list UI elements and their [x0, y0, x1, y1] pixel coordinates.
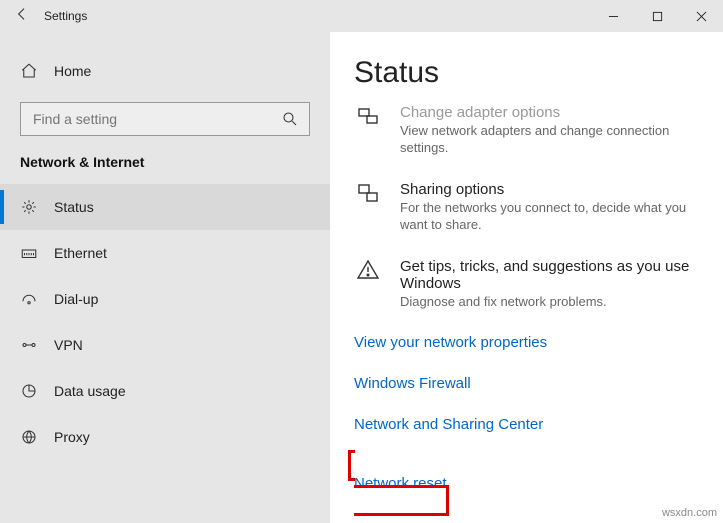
sidebar: Home Network & Internet Status	[0, 32, 330, 523]
minimize-button[interactable]	[591, 0, 635, 32]
status-icon	[20, 198, 38, 216]
proxy-icon	[20, 428, 38, 446]
block-title: Change adapter options	[400, 104, 695, 121]
block-desc: Diagnose and fix network problems.	[400, 294, 695, 311]
datausage-icon	[20, 382, 38, 400]
adapter-icon	[354, 104, 382, 157]
search-icon	[281, 110, 299, 128]
link-network-properties[interactable]: View your network properties	[354, 334, 547, 351]
watermark: wsxdn.com	[662, 507, 717, 519]
nav-label: Dial-up	[54, 291, 98, 307]
category-header: Network & Internet	[0, 154, 330, 184]
nav-item-status[interactable]: Status	[0, 184, 330, 230]
nav-item-proxy[interactable]: Proxy	[0, 414, 330, 460]
nav-label: Proxy	[54, 429, 90, 445]
nav-label: Data usage	[54, 383, 126, 399]
nav-item-datausage[interactable]: Data usage	[0, 368, 330, 414]
home-nav[interactable]: Home	[0, 54, 330, 88]
block-desc: View network adapters and change connect…	[400, 123, 695, 157]
page-heading: Status	[354, 56, 695, 90]
nav-label: VPN	[54, 337, 83, 353]
block-sharing[interactable]: Sharing options For the networks you con…	[354, 171, 695, 248]
nav-label: Ethernet	[54, 245, 107, 261]
vpn-icon	[20, 336, 38, 354]
search-input[interactable]	[31, 110, 261, 128]
links-section: View your network properties Windows Fir…	[354, 334, 695, 510]
link-network-sharing-center[interactable]: Network and Sharing Center	[354, 416, 543, 433]
link-network-reset[interactable]: Network reset	[354, 475, 447, 492]
block-title: Get tips, tricks, and suggestions as you…	[400, 258, 695, 292]
main-panel: Status Change adapter options View netwo…	[330, 32, 723, 523]
title-bar: Settings	[0, 0, 723, 32]
highlight-box: Network reset	[348, 450, 695, 516]
home-icon	[20, 62, 38, 80]
maximize-button[interactable]	[635, 0, 679, 32]
block-tips[interactable]: Get tips, tricks, and suggestions as you…	[354, 248, 695, 325]
window-title: Settings	[44, 9, 87, 23]
link-windows-firewall[interactable]: Windows Firewall	[354, 375, 471, 392]
nav-item-vpn[interactable]: VPN	[0, 322, 330, 368]
ethernet-icon	[20, 244, 38, 262]
dialup-icon	[20, 290, 38, 308]
sharing-icon	[354, 181, 382, 234]
nav-item-ethernet[interactable]: Ethernet	[0, 230, 330, 276]
search-box[interactable]	[20, 102, 310, 136]
block-desc: For the networks you connect to, decide …	[400, 200, 695, 234]
close-button[interactable]	[679, 0, 723, 32]
nav-list: Status Ethernet Dial-up	[0, 184, 330, 460]
back-button[interactable]	[0, 6, 44, 27]
nav-label: Status	[54, 199, 94, 215]
block-title: Sharing options	[400, 181, 695, 198]
home-label: Home	[54, 63, 91, 79]
warning-icon	[354, 258, 382, 311]
block-adapter[interactable]: Change adapter options View network adap…	[354, 94, 695, 171]
nav-item-dialup[interactable]: Dial-up	[0, 276, 330, 322]
